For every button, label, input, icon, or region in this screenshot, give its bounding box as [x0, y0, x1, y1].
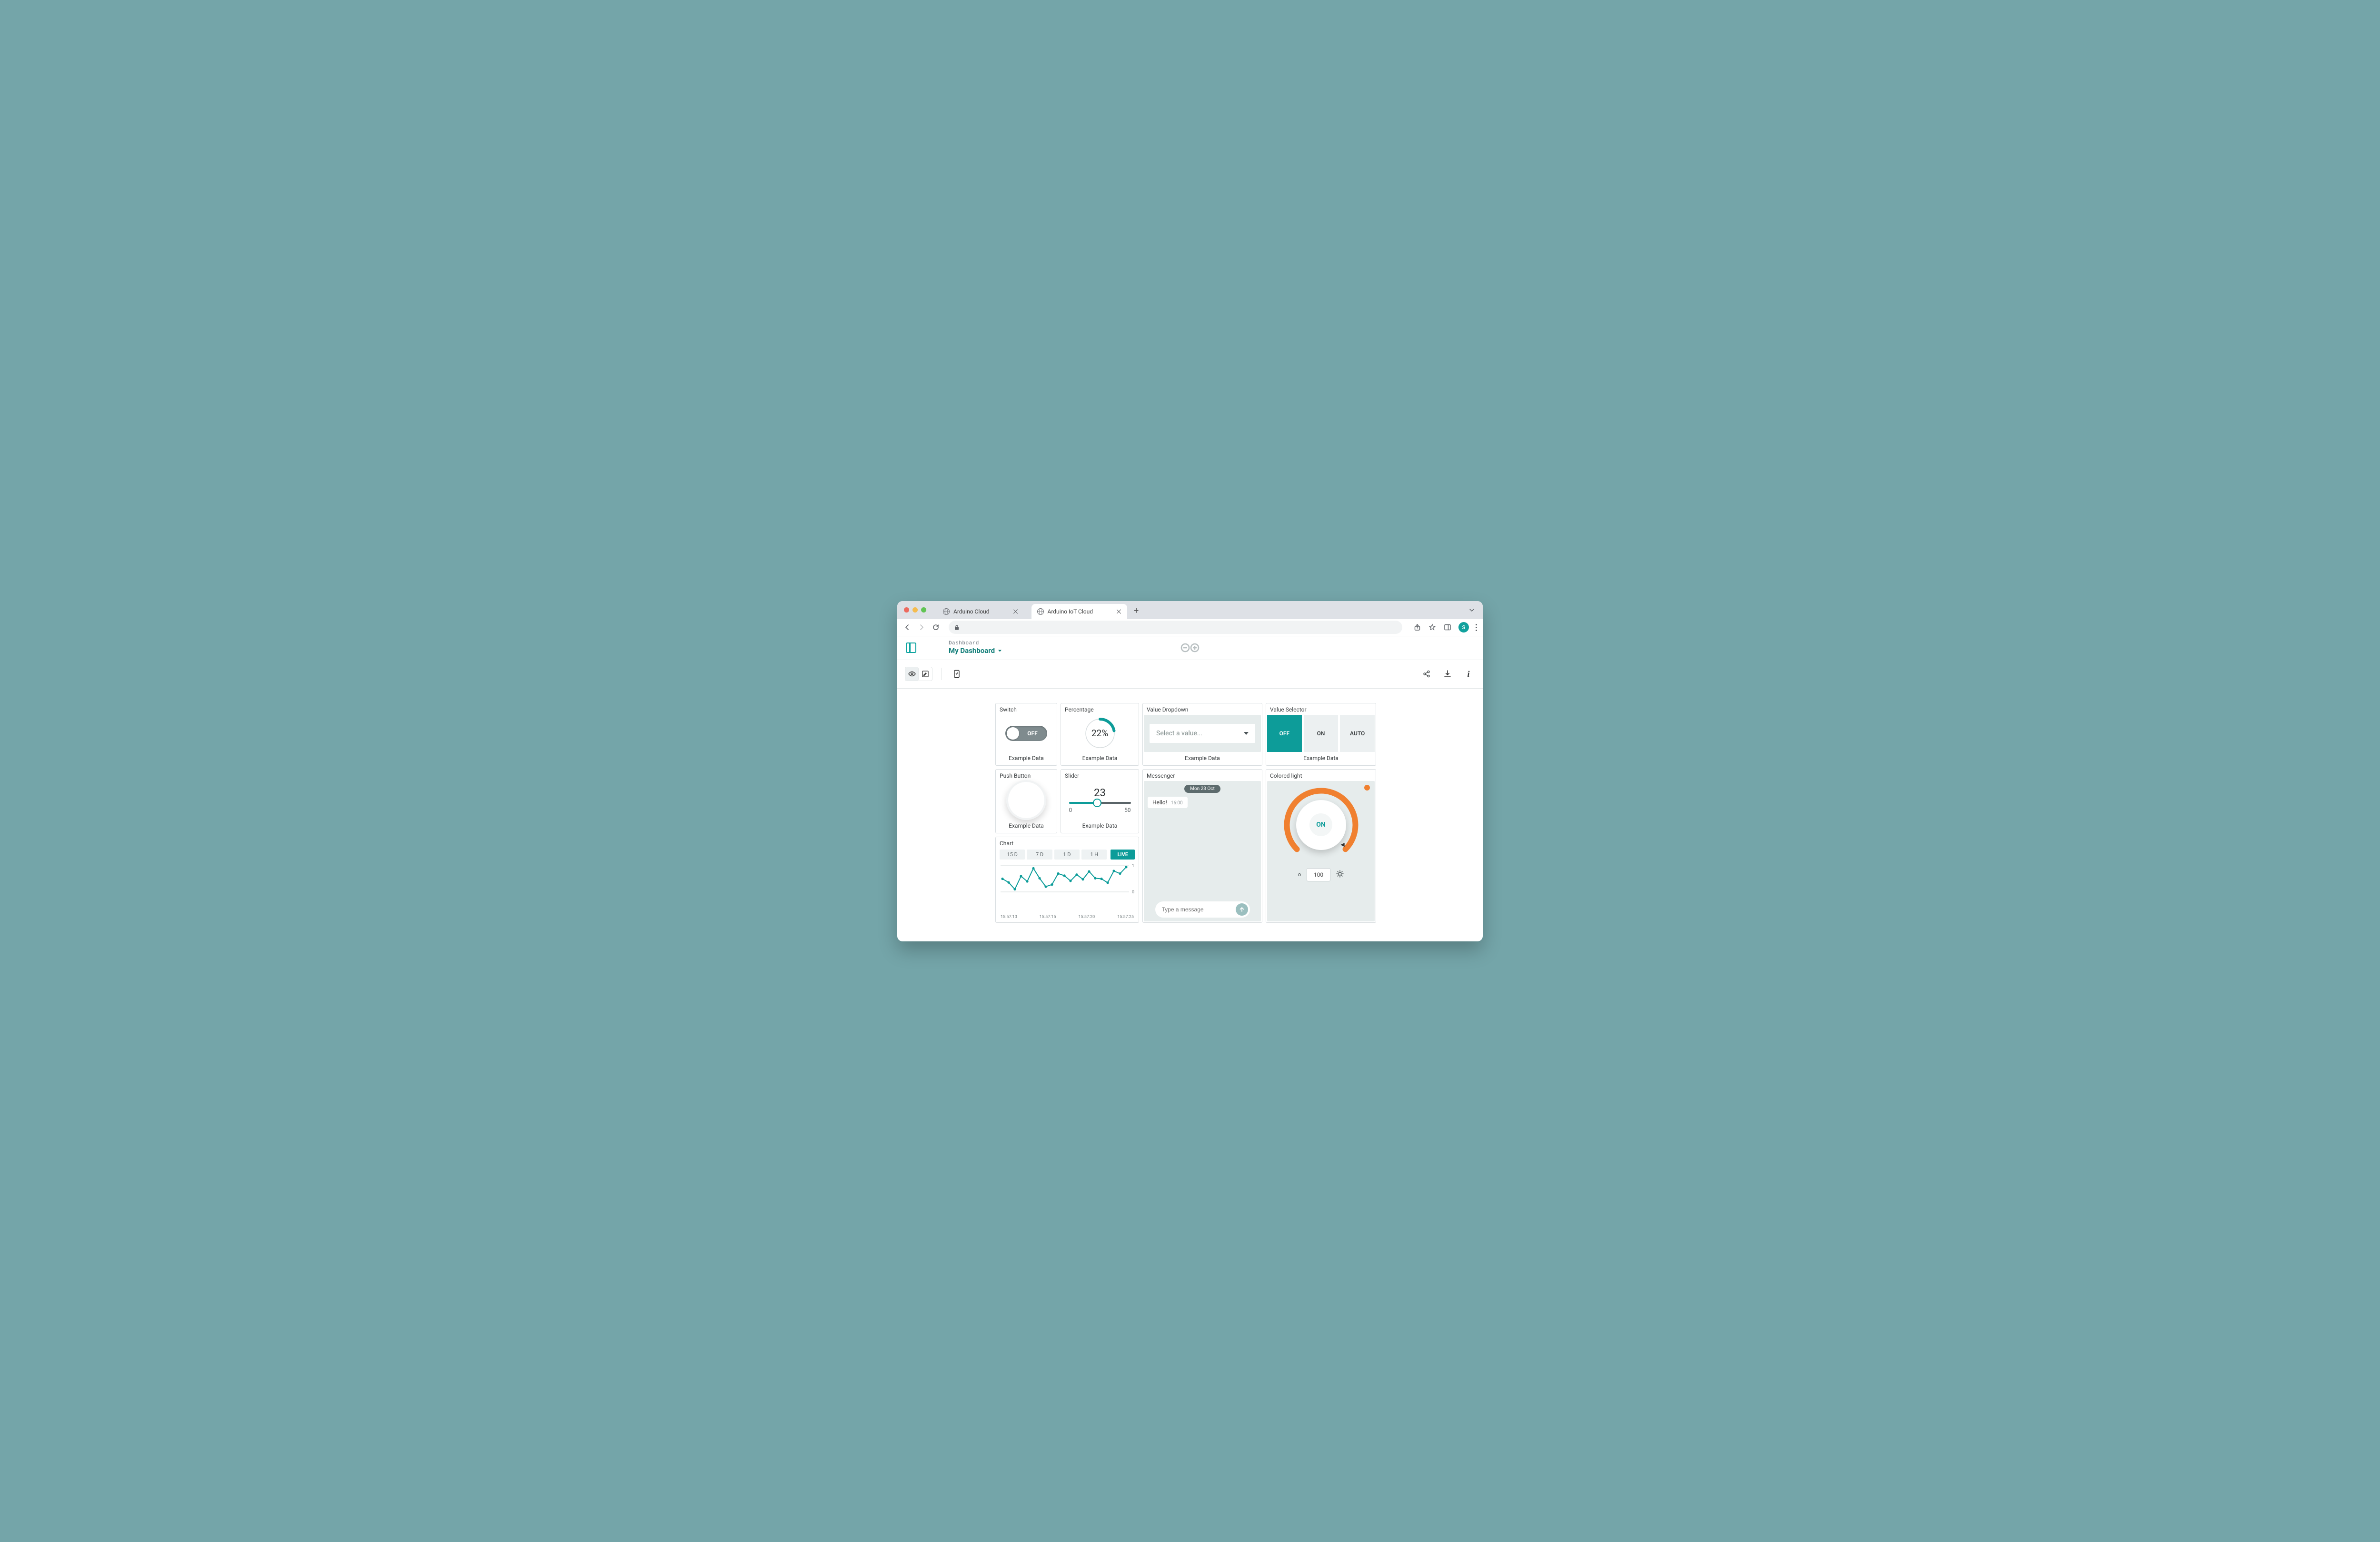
range-15d[interactable]: 15 D	[1000, 850, 1025, 860]
view-mode-button[interactable]	[905, 667, 919, 681]
push-button[interactable]	[1006, 780, 1046, 820]
gauge: 22%	[1082, 716, 1118, 751]
globe-icon	[943, 608, 950, 615]
globe-icon	[1037, 608, 1044, 615]
page-title[interactable]: My Dashboard	[949, 646, 1002, 655]
chart-plot: 1 0	[996, 861, 1139, 915]
sidebar-toggle-icon[interactable]	[906, 642, 916, 653]
tabs-overflow-icon[interactable]	[1468, 606, 1476, 614]
breadcrumb: Dashboard	[949, 641, 1002, 646]
light-toggle[interactable]: ON	[1309, 813, 1332, 836]
message-date: Mon 23 Oct	[1184, 785, 1220, 793]
brightness-input[interactable]: 100	[1307, 868, 1330, 881]
lock-icon	[954, 625, 959, 630]
send-button[interactable]	[1236, 903, 1248, 916]
profile-avatar[interactable]: S	[1458, 622, 1469, 633]
widget-percentage: Percentage 22% Example Data	[1061, 703, 1139, 766]
message-bubble: Hello! 16:00	[1148, 797, 1188, 808]
value-dropdown[interactable]: Select a value...	[1150, 724, 1255, 743]
selector-option-on[interactable]: ON	[1304, 715, 1339, 752]
widget-push-button: Push Button Example Data	[995, 769, 1057, 833]
slider-track[interactable]	[1069, 802, 1131, 804]
reload-button[interactable]	[932, 623, 940, 632]
chevron-down-icon	[1244, 732, 1249, 735]
selector-option-off[interactable]: OFF	[1267, 715, 1302, 752]
slider-value: 23	[1094, 787, 1106, 799]
share-button[interactable]	[1420, 667, 1433, 681]
info-button[interactable]: i	[1462, 667, 1475, 681]
slider-thumb[interactable]	[1093, 799, 1101, 807]
download-button[interactable]	[1441, 667, 1454, 681]
browser-tab-active[interactable]: Arduino IoT Cloud	[1031, 604, 1128, 619]
bookmark-icon[interactable]	[1428, 623, 1437, 632]
range-7d[interactable]: 7 D	[1027, 850, 1052, 860]
back-button[interactable]	[903, 623, 912, 632]
close-tab-icon[interactable]	[1012, 609, 1018, 614]
window-close-dot[interactable]	[904, 607, 909, 613]
range-live[interactable]: LIVE	[1111, 850, 1135, 860]
message-input[interactable]	[1162, 906, 1236, 913]
widget-chart: Chart 15 D 7 D 1 D 1 H LIVE 1 0	[995, 837, 1139, 923]
widget-colored-light: Colored light ON ◀	[1266, 769, 1376, 923]
brightness-low-icon	[1298, 873, 1301, 876]
browser-tab-inactive[interactable]: Arduino Cloud	[937, 604, 1024, 619]
status-dot	[1364, 785, 1370, 791]
arduino-logo-icon	[1180, 642, 1200, 653]
widget-value-selector: Value Selector OFF ON AUTO Example Data	[1266, 703, 1376, 766]
range-1d[interactable]: 1 D	[1054, 850, 1080, 860]
switch-toggle[interactable]: OFF	[1005, 726, 1047, 741]
window-max-dot[interactable]	[921, 607, 926, 613]
color-wheel[interactable]: ON ◀	[1282, 786, 1360, 864]
selector-option-auto[interactable]: AUTO	[1340, 715, 1375, 752]
widget-dropdown: Value Dropdown Select a value... Example…	[1142, 703, 1262, 766]
sidepanel-icon[interactable]	[1443, 623, 1452, 632]
brightness-high-icon	[1336, 870, 1344, 879]
wheel-marker-icon[interactable]: ◀	[1340, 841, 1344, 848]
tab-title: Arduino Cloud	[953, 608, 990, 615]
share-icon[interactable]	[1413, 623, 1421, 632]
browser-menu-icon[interactable]	[1476, 624, 1477, 631]
widget-switch: Switch OFF Example Data	[995, 703, 1057, 766]
widget-slider: Slider 23 0 50 Example Data	[1061, 769, 1139, 833]
message-input-row	[1155, 901, 1250, 918]
forward-button[interactable]	[917, 623, 926, 632]
range-1h[interactable]: 1 H	[1081, 850, 1107, 860]
window-min-dot[interactable]	[912, 607, 918, 613]
address-bar[interactable]	[949, 621, 1402, 634]
new-tab-button[interactable]: +	[1134, 606, 1139, 616]
widget-messenger: Messenger Mon 23 Oct Hello! 16:00	[1142, 769, 1262, 923]
chevron-down-icon	[998, 649, 1002, 653]
tab-title: Arduino IoT Cloud	[1048, 608, 1093, 615]
svg-text:0: 0	[1132, 890, 1134, 895]
device-view-button[interactable]	[950, 667, 963, 681]
close-tab-icon[interactable]	[1116, 609, 1121, 614]
svg-text:1: 1	[1132, 864, 1134, 869]
edit-mode-button[interactable]	[919, 667, 932, 681]
